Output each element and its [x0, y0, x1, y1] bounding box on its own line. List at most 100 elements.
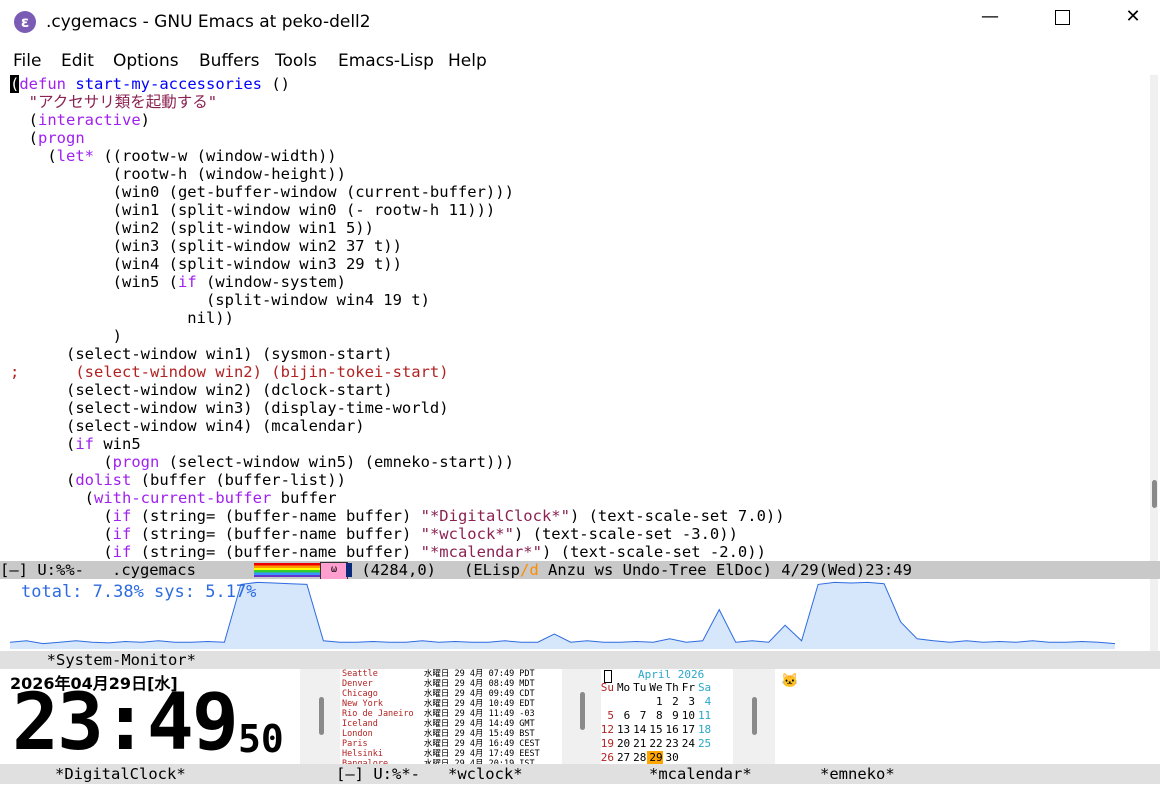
calendar-scroll-thumb[interactable] [752, 697, 757, 735]
wclock-row: London 水曜日 29 4月 15:49 BST [342, 729, 535, 739]
clock-seconds: 50 [238, 717, 284, 761]
calendar-day[interactable]: 10 [679, 709, 695, 723]
sysmon-scrollbar[interactable] [1150, 579, 1158, 651]
code-line: (let* ((rootw-w (window-width)) [10, 147, 337, 165]
calendar-weekday: Sa [697, 681, 712, 694]
wclock-time: 水曜日 29 4月 10:49 EDT [423, 699, 535, 709]
menu-emacs-lisp[interactable]: Emacs-Lisp [338, 51, 434, 71]
calendar-day[interactable]: 17 [679, 723, 695, 737]
code-line: "アクセサリ類を起動する" [10, 93, 218, 111]
close-button[interactable]: ✕ [1110, 6, 1156, 40]
menu-buffers[interactable]: Buffers [199, 51, 259, 71]
wclock-row: Rio de Janeiro 水曜日 29 4月 11:49 -03 [342, 709, 535, 719]
calendar-day[interactable]: 22 [647, 737, 662, 751]
calendar-day[interactable]: 7 [630, 709, 647, 723]
code-line-comment: ; (select-window win2) (bijin-tokei-star… [10, 363, 449, 381]
wclock-row: Paris 水曜日 29 4月 16:49 CEST [342, 739, 540, 749]
calendar-day[interactable]: 27 [614, 751, 630, 765]
code-editor[interactable]: (defun start-my-accessories () "アクセサリ類を起… [10, 75, 1160, 561]
calendar-day[interactable]: 21 [630, 737, 646, 751]
calendar-day[interactable]: 26 [598, 751, 614, 765]
calendar-day[interactable]: 6 [614, 709, 631, 723]
calendar-day[interactable]: 29 [646, 751, 663, 765]
calendar-day[interactable]: 8 [647, 709, 663, 723]
calendar-weekday: Su [600, 681, 614, 694]
code-line: (if (string= (buffer-name buffer) "*wclo… [10, 525, 738, 543]
wclock-scroll-thumb[interactable] [580, 692, 585, 730]
menu-options[interactable]: Options [113, 51, 179, 71]
code-line: (if (string= (buffer-name buffer) "*mcal… [10, 543, 766, 561]
calendar-day[interactable]: 28 [630, 751, 646, 765]
wclock-city: Denver [342, 679, 424, 689]
menu-bar: File Edit Options Buffers Tools Emacs-Li… [0, 48, 1169, 74]
wclock-row: Iceland 水曜日 29 4月 14:49 GMT [342, 719, 535, 729]
calendar-day[interactable]: 24 [679, 737, 695, 751]
code-line: nil)) [10, 309, 234, 327]
calendar-day[interactable]: 9 [663, 709, 679, 723]
world-clock-pane: Seattle 水曜日 29 4月 07:49 PDT Denver 水曜日 29… [340, 669, 562, 764]
wclock-city: Helsinki [342, 749, 424, 759]
code-line: (select-window win2) (dclock-start) [10, 381, 393, 399]
calendar-day[interactable]: 20 [614, 737, 630, 751]
code-line: (win4 (split-window win3 29 t)) [10, 255, 402, 273]
code-line: (win3 (split-window win2 37 t)) [10, 237, 402, 255]
window-title: .cygemacs - GNU Emacs at peko-dell2 [46, 12, 371, 32]
wclock-city: New York [342, 699, 424, 709]
maximize-button[interactable] [1039, 6, 1085, 40]
calendar-day[interactable]: 30 [663, 751, 679, 765]
code-line: (select-window win3) (display-time-world… [10, 399, 449, 417]
wclock-row: Helsinki 水曜日 29 4月 17:49 EEST [342, 749, 540, 759]
wclock-row: Seattle 水曜日 29 4月 07:49 PDT [342, 669, 535, 679]
calendar-day[interactable]: 15 [647, 723, 662, 737]
wclock-city: London [342, 729, 424, 739]
calendar-day[interactable]: 5 [598, 709, 614, 723]
wclock-time: 水曜日 29 4月 15:49 BST [423, 729, 535, 739]
calendar-day[interactable]: 12 [598, 723, 614, 737]
calendar-day[interactable]: 1 [647, 695, 663, 709]
calendar-day[interactable]: 2 [663, 695, 679, 709]
wclock-city: Rio de Janeiro [342, 709, 424, 719]
calendar-day[interactable]: 18 [695, 723, 711, 737]
calendar-day[interactable]: 25 [695, 737, 711, 751]
menu-file[interactable]: File [13, 51, 41, 71]
wclock-time: 水曜日 29 4月 16:49 CEST [423, 739, 540, 749]
calendar-day[interactable]: 11 [695, 709, 711, 723]
emneko-label: *emneko* [820, 765, 895, 783]
menu-help[interactable]: Help [448, 51, 487, 71]
code-line: (rootw-h (window-height)) [10, 165, 346, 183]
maximize-icon [1054, 9, 1070, 25]
wclock-row: New York 水曜日 29 4月 10:49 EDT [342, 699, 535, 709]
calendar-weekday: Fr [681, 681, 695, 694]
code-line: (win5 (if (window-system) [10, 273, 346, 291]
code-line: ) [10, 327, 122, 345]
wclock-time: 水曜日 29 4月 17:49 EEST [423, 749, 540, 759]
emacs-icon: ɛ [14, 11, 36, 33]
calendar-day[interactable]: 14 [630, 723, 646, 737]
menu-edit[interactable]: Edit [61, 51, 94, 71]
system-monitor-mode-line: *System-Monitor* [0, 651, 1160, 669]
clock-time: 23:49 [12, 678, 239, 768]
text-cursor: ( [10, 75, 20, 93]
calendar-weekday: Th [665, 681, 679, 694]
calendar-day[interactable]: 13 [614, 723, 630, 737]
mode-line-status: (4284,0) (ELisp/d Anzu ws Undo-Tree ElDo… [352, 561, 1160, 579]
calendar-day[interactable]: 4 [695, 695, 712, 709]
minimize-button[interactable]: — [967, 6, 1013, 40]
code-line: (progn (select-window win5) (emneko-star… [10, 453, 514, 471]
calendar-day[interactable]: 16 [663, 723, 679, 737]
neko-cat-icon: 🐱 [781, 673, 799, 689]
menu-tools[interactable]: Tools [275, 51, 317, 71]
cpu-usage-text: total: 7.38% sys: 5.17% [21, 582, 257, 602]
wclock-city: Chicago [342, 689, 424, 699]
nyan-cat-icon: ω [320, 562, 348, 580]
calendar-day[interactable]: 19 [598, 737, 614, 751]
code-line: (split-window win4 19 t) [10, 291, 430, 309]
code-line: (dolist (buffer (buffer-list)) [10, 471, 346, 489]
calendar-day[interactable]: 23 [663, 737, 679, 751]
calendar-weekday: We [649, 681, 663, 694]
clock-scroll-thumb[interactable] [319, 697, 324, 735]
code-line: (with-current-buffer buffer [10, 489, 337, 507]
code-line: (select-window win4) (mcalendar) [10, 417, 365, 435]
calendar-day[interactable]: 3 [679, 695, 695, 709]
editor-scroll-thumb[interactable] [1152, 480, 1157, 508]
